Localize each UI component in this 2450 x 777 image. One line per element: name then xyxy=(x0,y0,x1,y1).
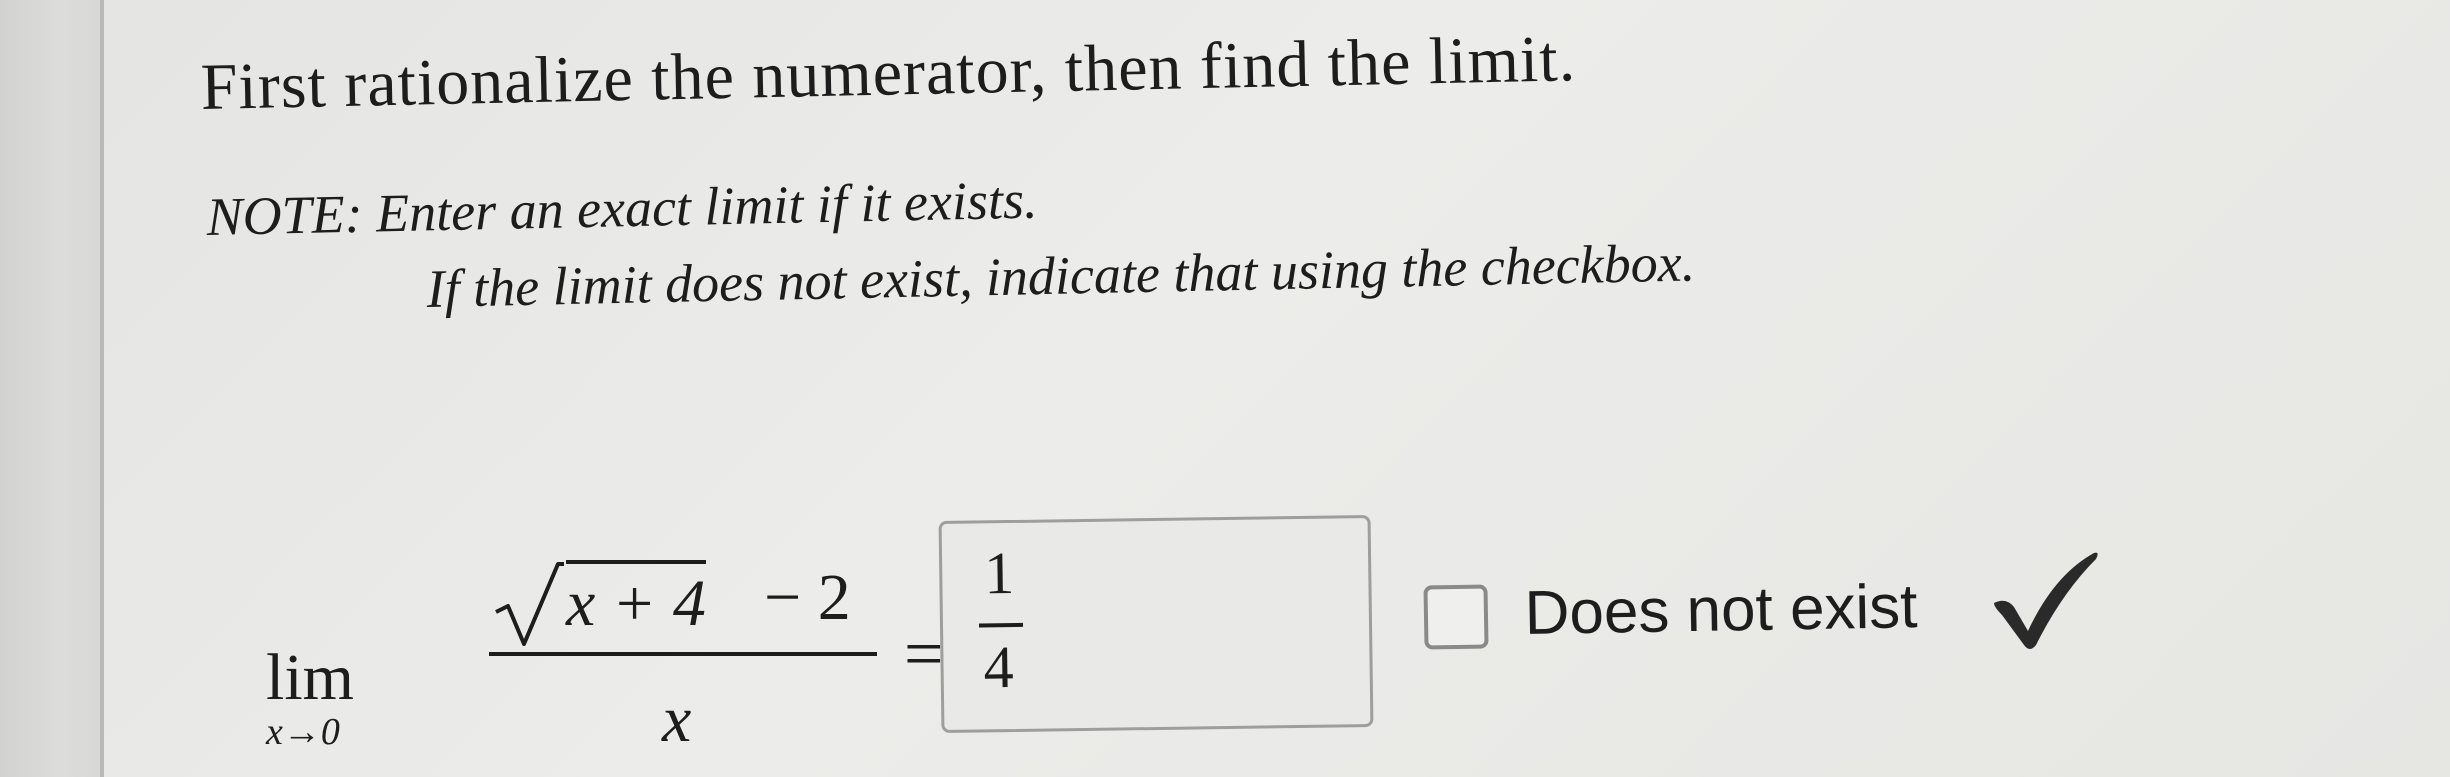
fraction-bar xyxy=(489,652,877,656)
does-not-exist-label[interactable]: Does not exist xyxy=(1524,571,1918,649)
limit-subscript: x→0 xyxy=(266,711,340,753)
checkmark-icon xyxy=(1994,552,2098,649)
answer-input[interactable]: 1 4 xyxy=(938,514,1374,734)
limit-operator: lim xyxy=(266,641,355,714)
equals-sign: = xyxy=(904,616,944,693)
answer-denominator: 4 xyxy=(983,633,1015,701)
question-instruction: First rationalize the numerator, then fi… xyxy=(200,22,1577,124)
square-root-icon xyxy=(495,562,564,646)
note-line-1: NOTE: Enter an exact limit if it exists. xyxy=(206,169,1038,247)
answer-numerator: 1 xyxy=(983,539,1015,607)
does-not-exist-checkbox[interactable] xyxy=(1423,584,1489,650)
question-content: First rationalize the numerator, then fi… xyxy=(104,0,2450,777)
page: First rationalize the numerator, then fi… xyxy=(0,0,2450,777)
radicand: x + 4 xyxy=(566,560,706,642)
answer-fraction-bar xyxy=(978,622,1024,628)
numerator-minus-term: − 2 xyxy=(764,561,851,634)
fraction-denominator: x xyxy=(662,683,692,756)
note-line-2: If the limit does not exist, indicate th… xyxy=(426,232,1696,319)
left-panel xyxy=(0,0,100,777)
